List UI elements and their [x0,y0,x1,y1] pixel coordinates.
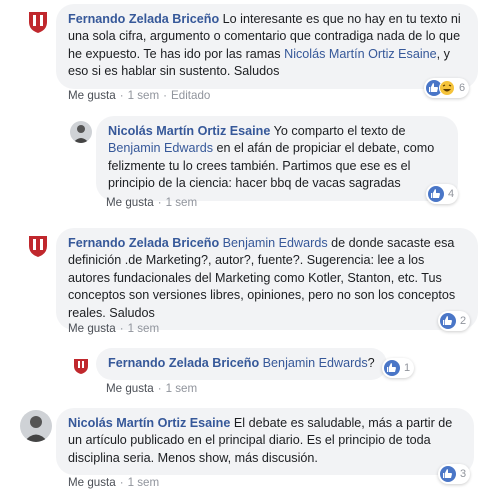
avatar[interactable] [22,228,54,260]
like-button[interactable]: Me gusta [68,89,116,102]
comment-author[interactable]: Nicolás Martín Ortiz Esaine [68,416,230,430]
reaction-summary[interactable]: 2 [438,311,471,331]
like-icon [440,313,456,329]
avatar[interactable] [22,4,54,36]
edited-label[interactable]: Editado [171,89,210,102]
reaction-summary[interactable]: 3 [438,464,471,484]
comment-bubble: Fernando Zelada Briceño Benjamin Edwards… [56,228,478,331]
like-icon [384,360,400,376]
avatar[interactable] [70,354,92,376]
haha-icon [439,80,455,96]
comment-actions: Me gusta · 1 sem · Editado [68,89,210,102]
reaction-summary[interactable]: 4 [426,184,459,204]
separator: · [163,89,168,102]
comment-text: Yo comparto el texto de [270,124,406,138]
separator: · [119,476,124,489]
reaction-summary[interactable]: 6 [424,78,470,98]
comment-5: Nicolás Martín Ortiz Esaine El debate es… [0,404,494,496]
comment-2: Nicolás Martín Ortiz Esaine Yo comparto … [0,110,494,215]
mention-link[interactable]: Benjamin Edwards [223,236,328,250]
timestamp[interactable]: 1 sem [166,196,198,209]
like-icon [428,186,444,202]
reaction-summary[interactable]: 1 [382,358,415,378]
comment-author[interactable]: Fernando Zelada Briceño [68,236,219,250]
reaction-count: 6 [459,82,466,94]
comment-bubble: Fernando Zelada Briceño Benjamin Edwards… [96,348,387,381]
like-button[interactable]: Me gusta [106,196,154,209]
mention-link[interactable]: Benjamin Edwards [108,141,213,155]
comment-actions: Me gusta · 1 sem [68,322,159,335]
separator: · [157,196,162,209]
comment-author[interactable]: Fernando Zelada Briceño [108,356,259,370]
like-button[interactable]: Me gusta [106,382,154,395]
comment-author[interactable]: Nicolás Martín Ortiz Esaine [108,124,270,138]
avatar[interactable] [70,121,92,143]
comment-3: Fernando Zelada Briceño Benjamin Edwards… [0,222,494,342]
reaction-count: 3 [460,468,467,480]
separator: · [119,322,124,335]
mention-link[interactable]: Benjamin Edwards [263,356,368,370]
comment-actions: Me gusta · 1 sem [106,382,197,395]
separator: · [157,382,162,395]
reaction-count: 1 [404,362,411,374]
timestamp[interactable]: 1 sem [128,89,160,102]
comment-1: Fernando Zelada Briceño Lo interesante e… [0,0,494,110]
mention-link[interactable]: Nicolás Martín Ortiz Esaine [284,47,437,61]
reaction-count: 4 [448,188,455,200]
like-button[interactable]: Me gusta [68,476,116,489]
comment-bubble: Fernando Zelada Briceño Lo interesante e… [56,4,478,89]
avatar[interactable] [20,410,52,442]
reaction-count: 2 [460,315,467,327]
comment-4: Fernando Zelada Briceño Benjamin Edwards… [0,345,494,400]
comment-bubble: Nicolás Martín Ortiz Esaine Yo comparto … [96,116,458,201]
like-button[interactable]: Me gusta [68,322,116,335]
comment-actions: Me gusta · 1 sem [68,476,159,489]
comment-actions: Me gusta · 1 sem [106,196,197,209]
separator: · [119,89,124,102]
comment-author[interactable]: Fernando Zelada Briceño [68,12,219,26]
timestamp[interactable]: 1 sem [166,382,198,395]
timestamp[interactable]: 1 sem [128,476,160,489]
like-icon [440,466,456,482]
comment-text: ? [367,356,375,370]
timestamp[interactable]: 1 sem [128,322,160,335]
comment-bubble: Nicolás Martín Ortiz Esaine El debate es… [56,408,474,476]
